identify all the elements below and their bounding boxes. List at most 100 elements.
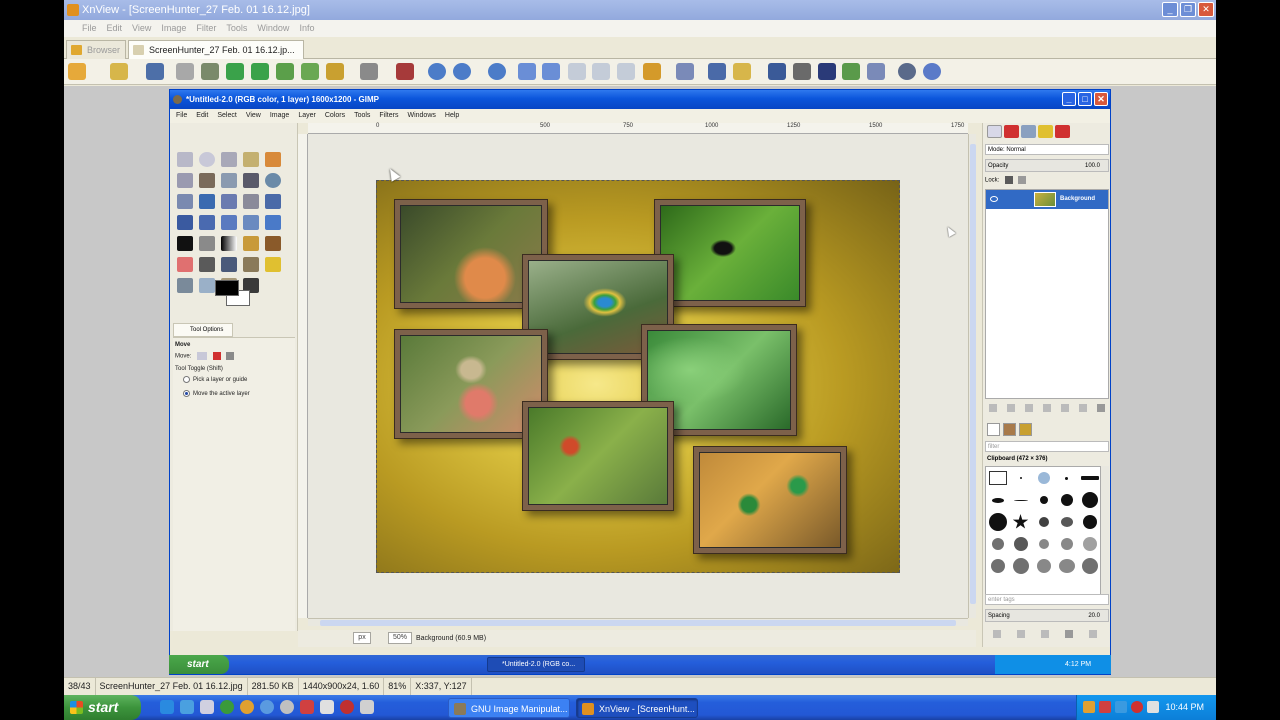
ink-tool-icon[interactable] <box>221 257 237 272</box>
zoom-fit-icon[interactable] <box>453 63 471 80</box>
previous-icon[interactable] <box>518 63 536 80</box>
tray-icon[interactable] <box>1099 701 1111 713</box>
quicklaunch-acrobat-icon[interactable] <box>300 700 314 714</box>
move-selection-mode-icon[interactable] <box>212 352 221 360</box>
delete-layer-icon[interactable] <box>1097 404 1105 412</box>
crop-tool-icon[interactable] <box>243 194 259 209</box>
gimp-maximize-button[interactable]: □ <box>1078 92 1092 106</box>
gimp-menu-help[interactable]: Help <box>445 109 459 123</box>
zoom-out-icon[interactable] <box>488 63 506 80</box>
option-pick-layer[interactable]: Pick a layer or guide <box>183 376 247 383</box>
quicklaunch-explorer-icon[interactable] <box>200 700 214 714</box>
color-picker-tool-icon[interactable] <box>243 173 259 188</box>
capture-icon[interactable] <box>867 63 885 80</box>
zoom-select[interactable]: 50% <box>388 632 412 644</box>
blend-tool-icon[interactable] <box>221 236 237 251</box>
gimp-menu-colors[interactable]: Colors <box>325 109 345 123</box>
brush-item[interactable] <box>1058 559 1075 573</box>
brush-item[interactable] <box>1037 472 1050 484</box>
quicklaunch-firefox-icon[interactable] <box>240 700 254 714</box>
canvas-vertical-scrollbar[interactable] <box>968 134 976 618</box>
align-tool-icon[interactable] <box>221 194 237 209</box>
fullscreen-icon[interactable] <box>617 63 635 80</box>
brush-item[interactable] <box>1019 477 1022 479</box>
scanner-icon[interactable] <box>818 63 836 80</box>
gimp-menu-image[interactable]: Image <box>270 109 289 123</box>
colormap-tab-icon[interactable] <box>1055 125 1070 138</box>
layer-mode-select[interactable]: Mode: Normal <box>985 144 1109 155</box>
compare-icon[interactable] <box>676 63 694 80</box>
blur-tool-icon[interactable] <box>199 278 215 293</box>
close-button[interactable]: ✕ <box>1198 2 1214 17</box>
brush-grid[interactable] <box>985 466 1101 596</box>
collage-image[interactable] <box>376 180 900 573</box>
save-icon[interactable] <box>146 63 164 80</box>
filter-icon[interactable] <box>326 63 344 80</box>
measure-tool-icon[interactable] <box>177 194 193 209</box>
printer-icon[interactable] <box>793 63 811 80</box>
quicklaunch-messenger-icon[interactable] <box>260 700 274 714</box>
menu-file[interactable]: File <box>82 20 97 37</box>
rotate-left-icon[interactable] <box>226 63 244 80</box>
layer-row[interactable]: Background <box>986 190 1108 209</box>
unit-select[interactable]: px <box>353 632 371 644</box>
perspective-clone-tool-icon[interactable] <box>177 278 193 293</box>
layers-tab-icon[interactable] <box>987 125 1002 138</box>
foreground-color-swatch[interactable] <box>215 280 239 296</box>
brush-item[interactable] <box>1038 517 1049 527</box>
rect-select-tool-icon[interactable] <box>177 152 193 167</box>
pick-layer-radio[interactable] <box>183 376 190 383</box>
bucket-fill-tool-icon[interactable] <box>199 236 215 251</box>
screen-fit-icon[interactable] <box>708 63 726 80</box>
volume-icon[interactable] <box>1147 701 1159 713</box>
perspective-tool-icon[interactable] <box>221 215 237 230</box>
star-brush-icon[interactable] <box>1012 514 1029 529</box>
move-active-layer-radio[interactable] <box>183 390 190 397</box>
info-icon[interactable] <box>923 63 941 80</box>
move-tool-icon[interactable] <box>199 194 215 209</box>
brush-item[interactable] <box>1013 499 1028 501</box>
gimp-menu-edit[interactable]: Edit <box>196 109 208 123</box>
brush-item[interactable] <box>1081 558 1098 574</box>
brush-item[interactable] <box>1080 476 1099 480</box>
quicklaunch-tool-icon[interactable] <box>360 700 374 714</box>
duplicate-brush-icon[interactable] <box>1041 630 1049 638</box>
quicklaunch-opera-icon[interactable] <box>340 700 354 714</box>
text-tool-icon[interactable] <box>177 236 193 251</box>
cage-tool-icon[interactable] <box>265 215 281 230</box>
menu-image[interactable]: Image <box>161 20 186 37</box>
lower-layer-icon[interactable] <box>1043 404 1051 412</box>
brush-scrollbar[interactable] <box>1101 466 1109 596</box>
scissors-tool-icon[interactable] <box>177 173 193 188</box>
gimp-menu-view[interactable]: View <box>246 109 261 123</box>
crop-icon[interactable] <box>201 63 219 80</box>
brush-item[interactable] <box>1082 537 1097 551</box>
brush-filter-input[interactable]: filter <box>985 441 1109 452</box>
tray-icon[interactable] <box>1131 701 1143 713</box>
heal-tool-icon[interactable] <box>265 257 281 272</box>
redeye-icon[interactable] <box>396 63 414 80</box>
brush-item[interactable] <box>1039 496 1048 504</box>
lock-pixels-icon[interactable] <box>1005 176 1014 184</box>
refresh-brush-icon[interactable] <box>1089 630 1097 638</box>
lock-alpha-icon[interactable] <box>1017 176 1026 184</box>
start-button[interactable]: start <box>64 695 141 720</box>
ellipse-select-tool-icon[interactable] <box>199 152 215 167</box>
spacing-slider[interactable]: Spacing 20.0 <box>985 609 1109 622</box>
move-layer-mode-icon[interactable] <box>197 352 208 360</box>
copy-to-icon[interactable] <box>733 63 751 80</box>
minimize-button[interactable]: _ <box>1162 2 1178 17</box>
free-select-tool-icon[interactable] <box>221 152 237 167</box>
quicklaunch-itunes-icon[interactable] <box>280 700 294 714</box>
clipboard-brush[interactable] <box>988 471 1007 485</box>
adjust-icon[interactable] <box>276 63 294 80</box>
color-select-tool-icon[interactable] <box>265 152 281 167</box>
brush-item[interactable] <box>1081 492 1098 508</box>
flip-tool-icon[interactable] <box>243 215 259 230</box>
paintbrush-tool-icon[interactable] <box>265 236 281 251</box>
tab-browser[interactable]: Browser <box>66 40 126 59</box>
first-icon[interactable] <box>568 63 586 80</box>
channels-tab-icon[interactable] <box>1004 125 1019 138</box>
edit-brush-icon[interactable] <box>993 630 1001 638</box>
desktop-icon[interactable] <box>842 63 860 80</box>
